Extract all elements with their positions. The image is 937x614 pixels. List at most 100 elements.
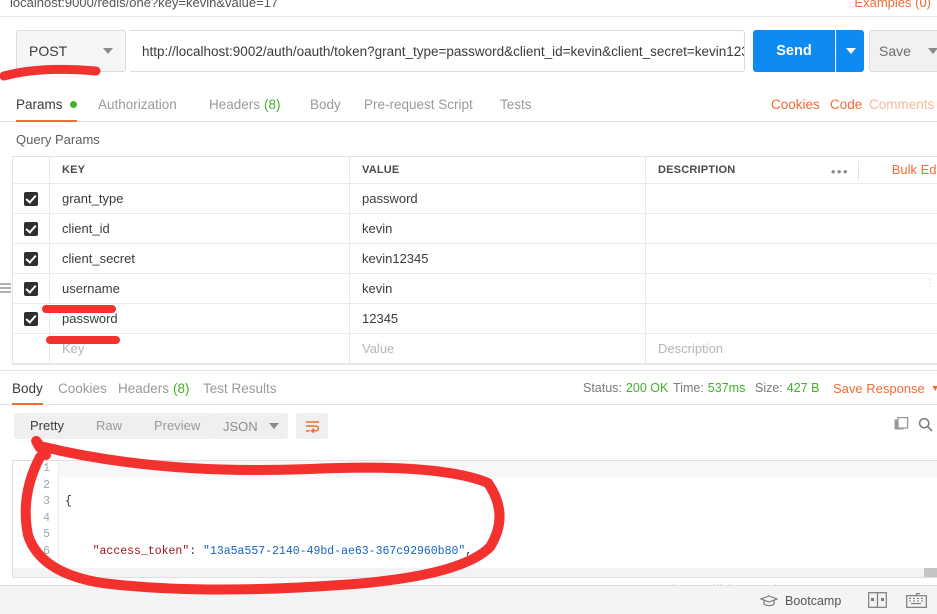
row-description-cell[interactable] (646, 274, 937, 303)
row-key-text: password (62, 311, 118, 326)
format-tab-preview[interactable]: Preview (138, 413, 216, 439)
comments-link[interactable]: Comments (0 (869, 86, 937, 122)
size-value: 427 B (786, 381, 820, 395)
table-row[interactable]: client_id kevin (13, 214, 937, 244)
url-input[interactable]: http://localhost:9002/auth/oauth/token?g… (130, 30, 745, 72)
row-value-cell[interactable]: kevin (350, 274, 646, 303)
row-key-cell[interactable]: Key (50, 334, 350, 363)
checkbox-icon[interactable] (24, 311, 38, 326)
send-options-button[interactable] (836, 30, 864, 72)
tab-authorization[interactable]: Authorization (98, 86, 177, 122)
bulk-edit-link[interactable]: Bulk Edit (892, 162, 937, 177)
row-key-cell[interactable]: grant_type (50, 184, 350, 213)
table-row[interactable]: username kevin ⋮ (0, 274, 937, 304)
response-language-select[interactable]: JSON (214, 413, 288, 439)
row-checkbox-cell[interactable] (13, 244, 50, 273)
bootcamp-button[interactable]: Bootcamp (760, 586, 841, 614)
row-value-cell[interactable]: kevin12345 (350, 244, 646, 273)
response-tab-test-results[interactable]: Test Results (203, 371, 277, 405)
send-label: Send (776, 43, 812, 59)
tab-params[interactable]: Params (16, 86, 77, 122)
row-value-text: kevin (362, 281, 393, 296)
save-options-button[interactable] (920, 30, 937, 72)
bootcamp-label: Bootcamp (785, 593, 842, 608)
word-wrap-button[interactable] (296, 413, 328, 439)
tab-label: Headers (118, 380, 170, 396)
status-label: Status: (583, 381, 622, 395)
response-tab-body[interactable]: Body (12, 371, 43, 405)
scrollbar-thumb[interactable] (924, 568, 937, 577)
tab-label: Headers (209, 96, 261, 112)
row-checkbox-cell[interactable] (13, 274, 50, 303)
http-method-select[interactable]: POST (16, 30, 126, 72)
row-checkbox-cell[interactable] (13, 214, 50, 243)
row-description-cell[interactable] (646, 214, 937, 243)
table-row[interactable]: grant_type password (13, 184, 937, 214)
save-response-button[interactable]: Save Response ▼ (833, 371, 937, 405)
keyboard-shortcuts-button[interactable] (906, 592, 927, 613)
row-key-cell[interactable]: client_secret (50, 244, 350, 273)
code-link[interactable]: Code (830, 86, 862, 122)
cookies-link[interactable]: Cookies (771, 86, 820, 122)
two-pane-layout-button[interactable] (868, 592, 887, 613)
row-value-cell[interactable]: password (350, 184, 646, 213)
row-key-cell[interactable]: password (50, 304, 350, 333)
chevron-down-icon (845, 48, 856, 54)
response-tab-cookies[interactable]: Cookies (58, 371, 107, 405)
tab-label: Tests (500, 96, 532, 112)
copy-button[interactable] (894, 416, 909, 437)
row-key-cell[interactable]: username (50, 274, 350, 303)
table-row[interactable]: client_secret kevin12345 (13, 244, 937, 274)
row-description-cell[interactable]: Description (646, 334, 937, 363)
status-bar: Bootcamp (0, 585, 937, 614)
top-cutoff-strip: localhost:9000/redis/one?key=kevin&value… (0, 0, 937, 16)
checkbox-icon[interactable] (24, 281, 38, 296)
checkbox-icon[interactable] (24, 191, 38, 206)
table-row[interactable]: password 12345 (13, 304, 937, 334)
horizontal-scrollbar[interactable] (13, 568, 937, 577)
row-value-cell[interactable]: 12345 (350, 304, 646, 333)
table-more-options-icon[interactable]: ••• (831, 164, 849, 179)
format-tab-pretty[interactable]: Pretty (14, 413, 80, 439)
table-row-empty[interactable]: Key Value Description (13, 334, 937, 364)
row-value-text: kevin (362, 221, 393, 236)
row-more-options-icon[interactable]: ⋮ (925, 279, 935, 289)
tab-label: Params (16, 96, 63, 112)
row-checkbox-cell[interactable] (13, 304, 50, 333)
search-button[interactable] (918, 417, 933, 437)
tab-body[interactable]: Body (310, 86, 341, 122)
tab-pre-request-script[interactable]: Pre-request Script (364, 86, 473, 122)
checkbox-icon[interactable] (24, 221, 38, 236)
send-button[interactable]: Send (753, 30, 835, 72)
tab-label: Test Results (203, 380, 277, 396)
row-checkbox-cell[interactable] (13, 334, 50, 363)
response-body-viewer[interactable]: 1 2 3 4 5 6 7 { "access_token": "13a5a55… (12, 460, 937, 578)
line-number: 3 (43, 495, 50, 508)
chevron-down-icon: ▼ (930, 383, 937, 393)
row-value-cell[interactable]: kevin (350, 214, 646, 243)
row-value-cell[interactable]: Value (350, 334, 646, 363)
row-description-cell[interactable] (646, 244, 937, 273)
tab-tests[interactable]: Tests (500, 86, 532, 122)
row-description-placeholder: Description (658, 341, 724, 356)
examples-link[interactable]: Examples (0) (854, 0, 931, 10)
checkbox-icon[interactable] (24, 251, 38, 266)
row-drag-handle-icon[interactable] (0, 283, 11, 294)
row-checkbox-cell[interactable] (13, 184, 50, 213)
header-checkbox-cell (13, 157, 50, 183)
tab-headers[interactable]: Headers (8) (209, 86, 281, 122)
format-tab-raw[interactable]: Raw (80, 413, 138, 439)
row-description-cell[interactable] (646, 184, 937, 213)
response-tab-headers[interactable]: Headers (8) (118, 371, 190, 405)
status-badge: Status: 200 OK (583, 371, 668, 405)
size-label: Size: (755, 381, 783, 395)
row-description-cell[interactable] (646, 304, 937, 333)
tab-label: Authorization (98, 96, 177, 112)
save-button[interactable]: Save (869, 30, 921, 72)
row-key-placeholder: Key (62, 341, 85, 356)
keyboard-icon (906, 593, 927, 608)
row-key-cell[interactable]: client_id (50, 214, 350, 243)
time-label: Time: (673, 381, 704, 395)
tab-badge: (8) (173, 380, 190, 396)
response-format-toolbar: Pretty Raw Preview JSON (0, 405, 937, 445)
